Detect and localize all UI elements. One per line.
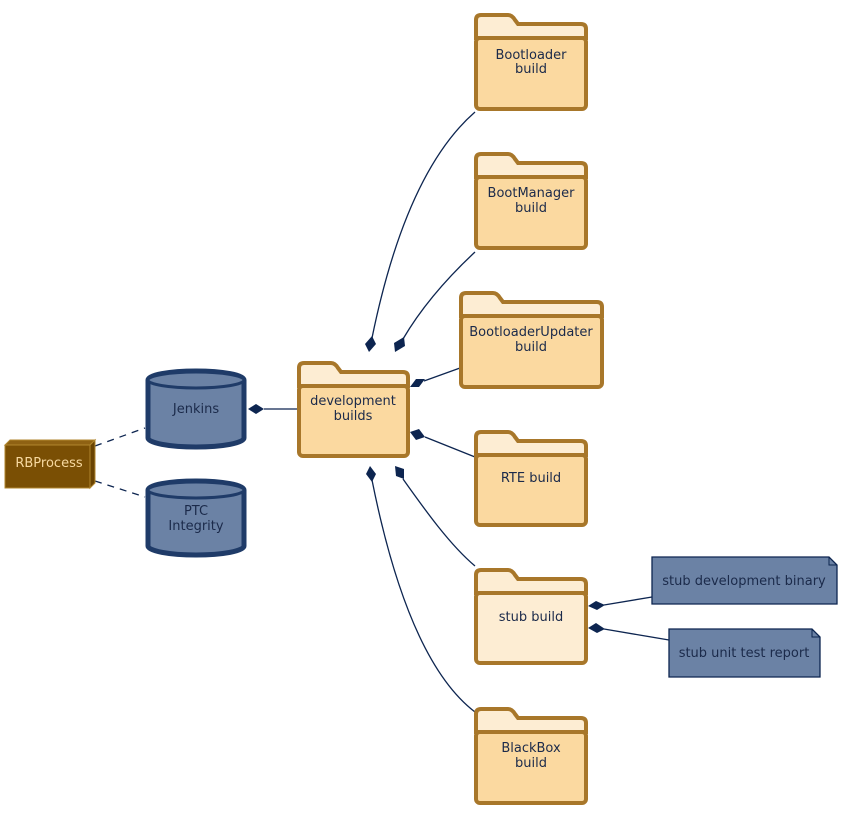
- composition-diamond: [366, 466, 376, 482]
- composition-diamond: [588, 623, 605, 633]
- database-ptc-integrity[interactable]: PTC Integrity: [145, 478, 247, 558]
- folder-icon-tab: [297, 361, 410, 388]
- folder-stub-build[interactable]: stub build: [474, 568, 588, 665]
- folder-icon-tab: [474, 707, 588, 734]
- composition-diamond: [588, 601, 605, 610]
- folder-label-line2: build: [515, 201, 547, 216]
- edge-stub-binary: [603, 596, 653, 606]
- composition-diamond: [394, 337, 405, 352]
- diagram-canvas: RBProcess Jenkins PTC Integrity developm…: [3, 13, 838, 805]
- artifact-label: stub development binary: [662, 574, 826, 589]
- folder-label-line1: BootManager: [488, 186, 576, 201]
- edge-stub-report: [603, 628, 670, 641]
- folder-icon-tab: [459, 291, 604, 318]
- composition-diamond: [395, 466, 404, 479]
- folder-label-line2: build: [515, 756, 547, 771]
- edge-rbprocess-ptc: [94, 480, 146, 498]
- folder-bootmanager-build[interactable]: BootManager build: [474, 152, 588, 250]
- folder-bootloaderupdater-build[interactable]: BootloaderUpdater build: [459, 291, 604, 389]
- artifact-label: stub unit test report: [679, 646, 810, 661]
- composition-diamond: [248, 404, 264, 414]
- folder-label-line2: builds: [334, 409, 373, 424]
- folder-label-line1: development: [310, 394, 396, 409]
- folder-icon-tab: [474, 152, 588, 179]
- folder-label: stub build: [499, 610, 563, 625]
- folder-label-line1: BootloaderUpdater: [469, 325, 593, 340]
- folder-icon-body: [474, 591, 588, 665]
- database-top: [146, 480, 246, 500]
- folder-icon-tab: [474, 568, 588, 595]
- edge-devbuilds-blupdater: [423, 367, 461, 382]
- folder-label: RTE build: [501, 471, 561, 486]
- database-top: [146, 370, 246, 390]
- edge-devbuilds-blackbox: [371, 479, 476, 713]
- folder-icon-tab: [474, 13, 588, 40]
- folder-label-line2: build: [515, 62, 547, 77]
- edge-rbprocess-jenkins: [94, 427, 146, 447]
- edge-devbuilds-rte: [424, 436, 476, 458]
- database-label-line2: Integrity: [168, 519, 223, 534]
- folder-bootloader-build[interactable]: Bootloader build: [474, 13, 588, 111]
- database-label: Jenkins: [172, 402, 219, 417]
- composition-diamond: [410, 379, 425, 387]
- node-box-side: [89, 438, 96, 490]
- folder-blackbox-build[interactable]: BlackBox build: [474, 707, 588, 805]
- node-rbprocess[interactable]: RBProcess: [3, 438, 97, 490]
- folder-label-line1: BlackBox: [501, 741, 561, 756]
- folder-icon-tab: [474, 430, 588, 457]
- folder-rte-build[interactable]: RTE build: [474, 430, 588, 527]
- folder-development-builds[interactable]: development builds: [297, 361, 410, 458]
- node-label: RBProcess: [15, 456, 82, 471]
- artifact-stub-development-binary[interactable]: stub development binary: [651, 556, 838, 605]
- database-jenkins[interactable]: Jenkins: [145, 368, 247, 450]
- composition-diamond: [365, 336, 376, 352]
- database-label-line1: PTC: [184, 504, 208, 519]
- node-box-top: [3, 439, 97, 446]
- folder-icon-body: [474, 453, 588, 527]
- folder-label-line2: build: [515, 340, 547, 355]
- composition-diamond: [410, 429, 425, 440]
- folder-label-line1: Bootloader: [495, 48, 567, 63]
- artifact-stub-unit-test-report[interactable]: stub unit test report: [668, 628, 821, 678]
- edge-devbuilds-stub: [402, 478, 476, 567]
